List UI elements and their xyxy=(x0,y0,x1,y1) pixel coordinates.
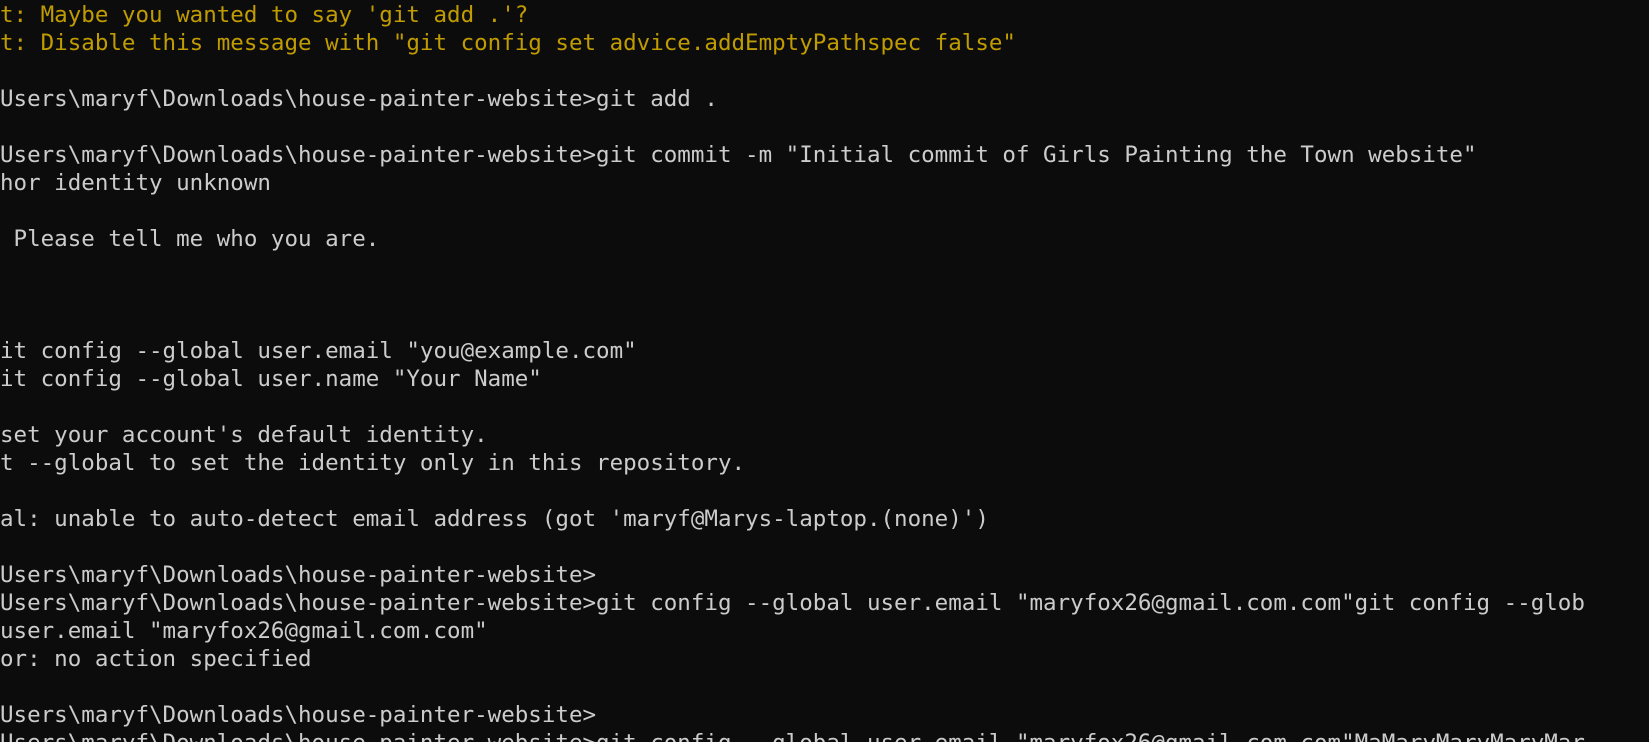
terminal-line: set your account's default identity. xyxy=(0,422,488,448)
terminal-line: Please tell me who you are. xyxy=(0,226,380,252)
terminal-line: it config --global user.name "Your Name" xyxy=(0,366,542,392)
terminal-line-hint: t: Maybe you wanted to say 'git add .'? xyxy=(0,2,529,28)
terminal-output[interactable]: t: Maybe you wanted to say 'git add .'? … xyxy=(0,0,1649,742)
terminal-line: t --global to set the identity only in t… xyxy=(0,450,746,476)
terminal-line-error: or: no action specified xyxy=(0,646,312,672)
terminal-line: it config --global user.email "you@examp… xyxy=(0,338,637,364)
terminal-line: hor identity unknown xyxy=(0,170,271,196)
terminal-line-prompt: Users\maryf\Downloads\house-painter-webs… xyxy=(0,702,597,728)
terminal-line-current-input[interactable]: Users\maryf\Downloads\house-painter-webs… xyxy=(0,729,1649,742)
terminal-line-hint: t: Disable this message with "git config… xyxy=(0,30,1016,56)
terminal-line: user.email "maryfox26@gmail.com.com" xyxy=(0,618,488,644)
terminal-line-error: al: unable to auto-detect email address … xyxy=(0,506,989,532)
terminal-line-command: Users\maryf\Downloads\house-painter-webs… xyxy=(0,86,718,112)
terminal-line-command: Users\maryf\Downloads\house-painter-webs… xyxy=(0,590,1585,616)
terminal-line-command: Users\maryf\Downloads\house-painter-webs… xyxy=(0,142,1477,168)
terminal-line-prompt: Users\maryf\Downloads\house-painter-webs… xyxy=(0,562,597,588)
